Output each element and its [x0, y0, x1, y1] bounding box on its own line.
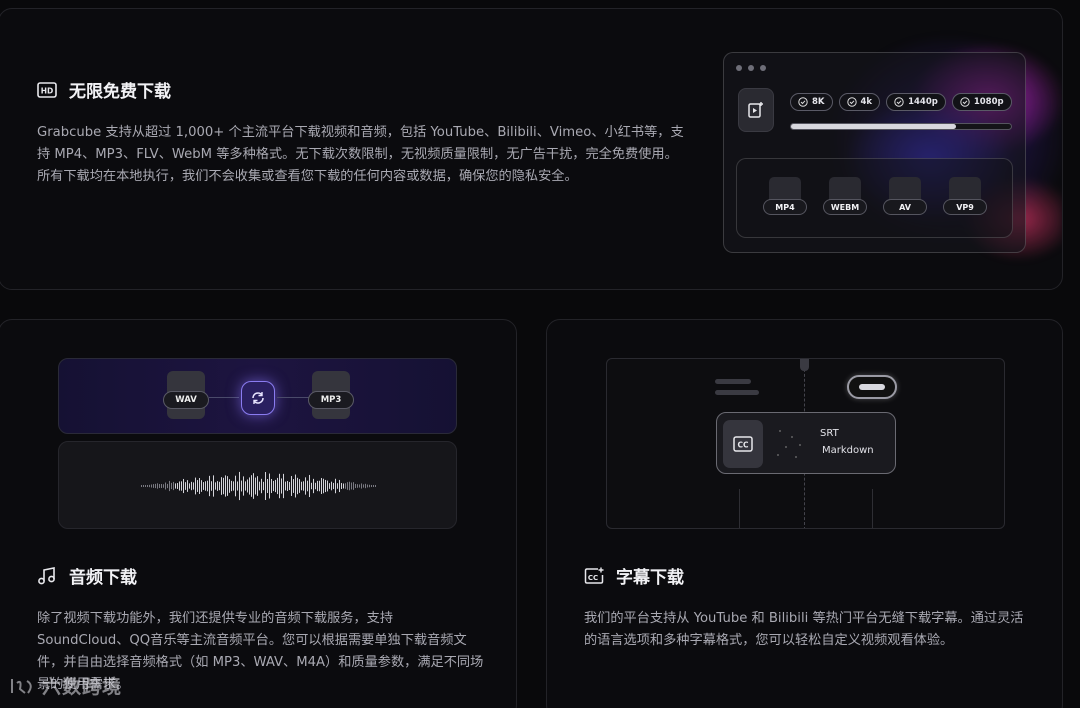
svg-text:CC: CC	[737, 440, 749, 449]
target-format-label: MP3	[308, 391, 354, 409]
watermark-text: 六数跨境	[42, 676, 123, 698]
window-dots	[736, 65, 766, 71]
subtitle-format-markdown[interactable]: Markdown	[822, 442, 874, 459]
check-circle-icon	[846, 97, 857, 107]
subtitle-format-card: CC SRT Markdown	[716, 412, 896, 474]
resolution-pill[interactable]: 4k	[838, 93, 881, 111]
resolution-options: 8K 4k 1440p 1080p	[790, 93, 1012, 111]
audio-feature-title: 音频下载	[69, 568, 137, 588]
check-circle-icon	[798, 97, 808, 107]
subtitle-icon: CC	[584, 567, 604, 584]
resolution-label: 4k	[860, 97, 873, 107]
audio-convert-panel: WAV MP3	[58, 358, 457, 434]
format-label: VP9	[943, 199, 987, 215]
subtitle-feature-description: 我们的平台支持从 YouTube 和 Bilibili 等热门平台无缝下载字幕。…	[584, 611, 1024, 648]
format-label: AV	[883, 199, 927, 215]
watermark-logo: 六数跨境	[8, 672, 122, 699]
check-circle-icon	[894, 97, 904, 107]
unlimited-download-card: HD 无限免费下载 Grabcube 支持从超过 1,000+ 个主流平台下载视…	[0, 8, 1063, 290]
format-option[interactable]: VP9	[943, 177, 987, 219]
audio-waveform-panel	[58, 441, 457, 529]
svg-text:CC: CC	[588, 574, 598, 582]
download-feature-title: 无限免费下载	[69, 82, 171, 102]
format-label: WEBM	[823, 199, 867, 215]
video-file-icon	[738, 88, 774, 132]
subtitle-preview-panel: CC SRT Markdown	[606, 358, 1005, 529]
resolution-pill[interactable]: 8K	[790, 93, 833, 111]
audio-download-card: WAV MP3 音频下载 除了视频下载功能外，我们还提供专业的音频下载服务，支持…	[0, 319, 517, 708]
hd-icon: HD	[37, 81, 57, 98]
download-feature-heading: HD 无限免费下载	[37, 77, 171, 102]
check-circle-icon	[960, 97, 970, 107]
download-feature-description: Grabcube 支持从超过 1,000+ 个主流平台下载视频和音频，包括 Yo…	[37, 125, 684, 184]
subtitle-format-srt[interactable]: SRT	[820, 425, 874, 442]
convert-icon	[241, 381, 275, 415]
resolution-pill[interactable]: 1080p	[951, 93, 1012, 111]
format-options-box: MP4 WEBM AV VP9	[736, 158, 1013, 238]
download-progress-fill	[791, 124, 956, 129]
resolution-label: 8K	[812, 97, 825, 107]
format-option[interactable]: MP4	[763, 177, 807, 219]
source-audio-file: WAV	[163, 371, 209, 421]
audio-feature-heading: 音频下载	[37, 563, 137, 588]
resolution-pill[interactable]: 1440p	[886, 93, 946, 111]
downloader-preview-window: 8K 4k 1440p 1080p MP4 WEBM AV VP9	[723, 52, 1026, 253]
format-label: MP4	[763, 199, 807, 215]
subtitle-feature-heading: CC 字幕下载	[584, 563, 684, 588]
resolution-label: 1440p	[908, 97, 938, 107]
svg-text:HD: HD	[41, 86, 54, 95]
cc-icon: CC	[723, 420, 763, 468]
waveform-graphic	[141, 471, 376, 501]
subtitle-feature-title: 字幕下载	[616, 568, 684, 588]
subtitle-toggle[interactable]	[847, 375, 897, 399]
subtitle-format-list: SRT Markdown	[820, 425, 874, 459]
resolution-label: 1080p	[973, 97, 1004, 107]
subtitle-download-card: CC SRT Markdown CC 字幕下载 我们的平台支持从 YouTube…	[546, 319, 1063, 708]
target-audio-file: MP3	[308, 371, 354, 421]
format-option[interactable]: WEBM	[823, 177, 867, 219]
download-progress-bar	[790, 123, 1012, 130]
format-option[interactable]: AV	[883, 177, 927, 219]
music-note-icon	[38, 566, 55, 584]
source-format-label: WAV	[163, 391, 209, 409]
